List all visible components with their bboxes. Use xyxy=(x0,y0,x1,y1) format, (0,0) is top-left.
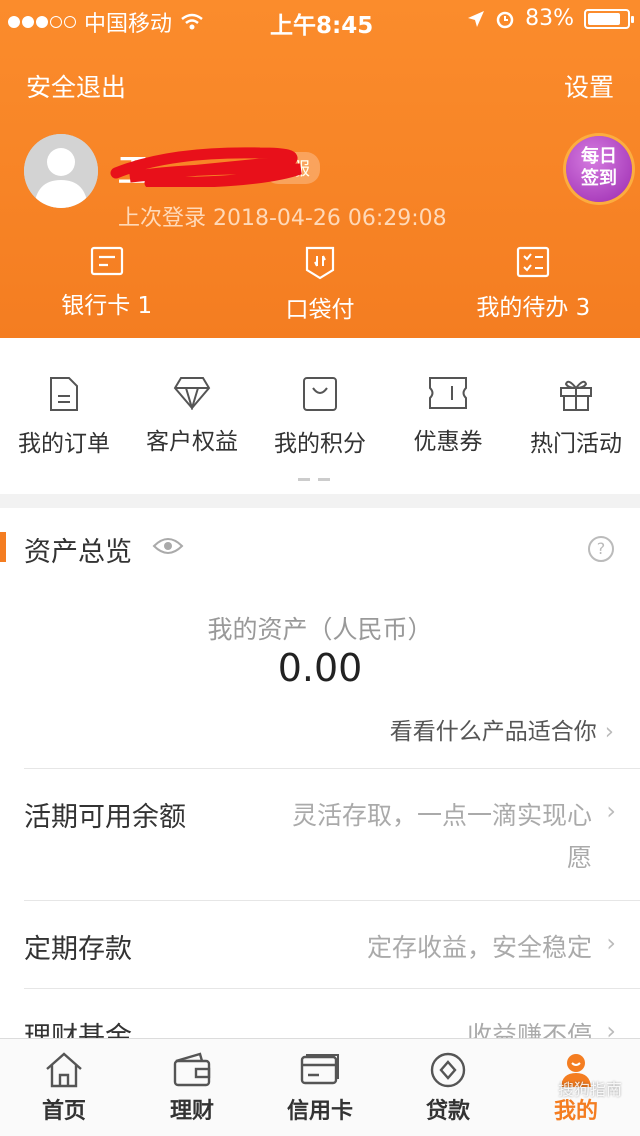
row-demand-balance-value-line2: 愿 xyxy=(566,843,592,872)
menu-my-points[interactable]: 我的积分 xyxy=(256,338,384,494)
diamond-icon xyxy=(173,377,211,410)
menu-page-indicator xyxy=(298,478,330,481)
profile-header: 中国移动 上午8:45 83% 安全退出 设置 王 客服 上次登录 2018-0… xyxy=(0,0,640,338)
row-wealth-fund-value: 收益赚不停 xyxy=(466,1021,592,1038)
username: 王 xyxy=(118,154,148,189)
my-assets-label: 我的资产（人民币） xyxy=(207,615,433,644)
bank-card-label: 银行卡 1 xyxy=(61,293,153,319)
tab-loan-label: 贷款 xyxy=(425,1099,470,1124)
status-time: 上午8:45 xyxy=(270,13,374,39)
pocket-pay-button[interactable]: 口袋付 xyxy=(213,246,426,324)
battery-fill xyxy=(588,12,620,25)
settings-button[interactable]: 设置 xyxy=(564,68,614,104)
product-suggest-text: 看看什么产品适合你 xyxy=(389,719,597,745)
tab-home-label: 首页 xyxy=(41,1099,86,1124)
menu-hot-events[interactable]: 热门活动 xyxy=(512,338,640,494)
row-demand-balance-label: 活期可用余额 xyxy=(24,802,186,833)
menu-my-orders-label: 我的订单 xyxy=(18,431,110,457)
watermark: 搜狗指南 xyxy=(557,1080,622,1099)
bottom-tab-bar: 首页 理财 信用卡 贷款 我的 xyxy=(0,1038,640,1136)
location-arrow-icon xyxy=(468,10,485,27)
customer-service-badge[interactable]: 客服 xyxy=(264,152,320,184)
row-fixed-deposit[interactable]: 定期存款 定存收益，安全稳定 › xyxy=(24,900,640,988)
credit-card-icon xyxy=(300,1054,339,1085)
coin-icon xyxy=(430,1052,466,1088)
tab-credit-card[interactable]: 信用卡 xyxy=(256,1039,384,1136)
row-demand-balance-value-line1: 灵活存取，一点一滴实现心 xyxy=(291,801,592,830)
status-left: 中国移动 xyxy=(8,6,204,38)
todo-list-icon xyxy=(517,246,550,278)
gift-icon xyxy=(560,380,592,411)
checkin-line2: 签到 xyxy=(581,168,617,189)
status-bar: 中国移动 上午8:45 83% xyxy=(0,0,640,40)
asset-overview-title: 资产总览 xyxy=(24,537,132,568)
row-demand-balance[interactable]: 活期可用余额 灵活存取，一点一滴实现心 愿 › xyxy=(24,768,640,900)
home-icon xyxy=(46,1052,82,1088)
my-todo-label: 我的待办 3 xyxy=(476,295,591,321)
asset-overview-card: 资产总览 ? 我的资产（人民币） 0.00 看看什么产品适合你 › 活期可用余额 … xyxy=(0,508,640,1038)
wallet-icon xyxy=(173,1052,211,1087)
coupon-ticket-icon xyxy=(429,377,467,409)
section-accent-bar xyxy=(0,532,6,562)
battery-icon xyxy=(584,8,634,29)
menu-customer-rights[interactable]: 客户权益 xyxy=(128,338,256,494)
tab-credit-card-label: 信用卡 xyxy=(286,1099,353,1124)
row-demand-balance-value: 灵活存取，一点一滴实现心 愿 xyxy=(292,795,592,879)
tab-home[interactable]: 首页 xyxy=(0,1039,128,1136)
menu-coupons-label: 优惠券 xyxy=(413,429,483,455)
menu-coupons[interactable]: 优惠券 xyxy=(384,338,512,494)
my-todo-button[interactable]: 我的待办 3 xyxy=(427,246,640,324)
signal-icon xyxy=(8,16,76,28)
last-login-text: 上次登录 2018-04-26 06:29:08 xyxy=(118,206,447,231)
tab-wealth[interactable]: 理财 xyxy=(128,1039,256,1136)
menu-my-points-label: 我的积分 xyxy=(274,431,366,457)
menu-my-orders[interactable]: 我的订单 xyxy=(0,338,128,494)
username-row: 王 客服 xyxy=(118,146,320,190)
wifi-icon xyxy=(181,13,203,30)
pocket-pay-label: 口袋付 xyxy=(285,297,355,323)
tab-mine-label: 我的 xyxy=(553,1099,598,1124)
menu-hot-events-label: 热门活动 xyxy=(530,431,622,457)
chevron-right-icon: › xyxy=(606,1017,616,1038)
quick-actions: 银行卡 1 口袋付 我的待办 3 xyxy=(0,246,640,324)
row-wealth-fund[interactable]: 理财基金 收益赚不停 › xyxy=(24,988,640,1038)
help-question-icon[interactable]: ? xyxy=(588,536,614,562)
tab-wealth-label: 理财 xyxy=(169,1099,214,1124)
status-right: 83% xyxy=(467,6,634,31)
tab-loan[interactable]: 贷款 xyxy=(384,1039,512,1136)
bank-card-icon xyxy=(90,246,123,276)
chevron-right-icon: › xyxy=(606,929,616,957)
carrier-name: 中国移动 xyxy=(84,12,173,37)
menu-customer-rights-label: 客户权益 xyxy=(146,429,238,455)
eye-icon[interactable] xyxy=(152,536,184,556)
shopping-bag-icon xyxy=(303,377,337,411)
avatar-silhouette-icon xyxy=(24,134,98,208)
battery-percent: 83% xyxy=(525,6,574,31)
row-fixed-deposit-value: 定存收益，安全稳定 xyxy=(366,933,592,962)
alarm-icon xyxy=(496,11,514,28)
my-assets-value: 0.00 xyxy=(277,646,363,690)
logout-button[interactable]: 安全退出 xyxy=(26,68,126,104)
row-wealth-fund-label: 理财基金 xyxy=(24,1022,132,1038)
avatar[interactable] xyxy=(24,134,98,208)
product-suggest-link[interactable]: 看看什么产品适合你 › xyxy=(390,712,614,746)
row-fixed-deposit-label: 定期存款 xyxy=(24,934,132,965)
checkin-line1: 每日 xyxy=(581,146,617,167)
bank-card-button[interactable]: 银行卡 1 xyxy=(0,246,213,324)
chevron-right-icon: › xyxy=(606,797,616,825)
pocket-pay-icon xyxy=(305,246,335,280)
feature-menu: 我的订单 客户权益 我的积分 优惠券 热门活动 xyxy=(0,338,640,494)
order-document-icon xyxy=(50,377,78,411)
chevron-right-icon: › xyxy=(604,719,614,745)
daily-checkin-button[interactable]: 每日 签到 xyxy=(566,136,632,202)
